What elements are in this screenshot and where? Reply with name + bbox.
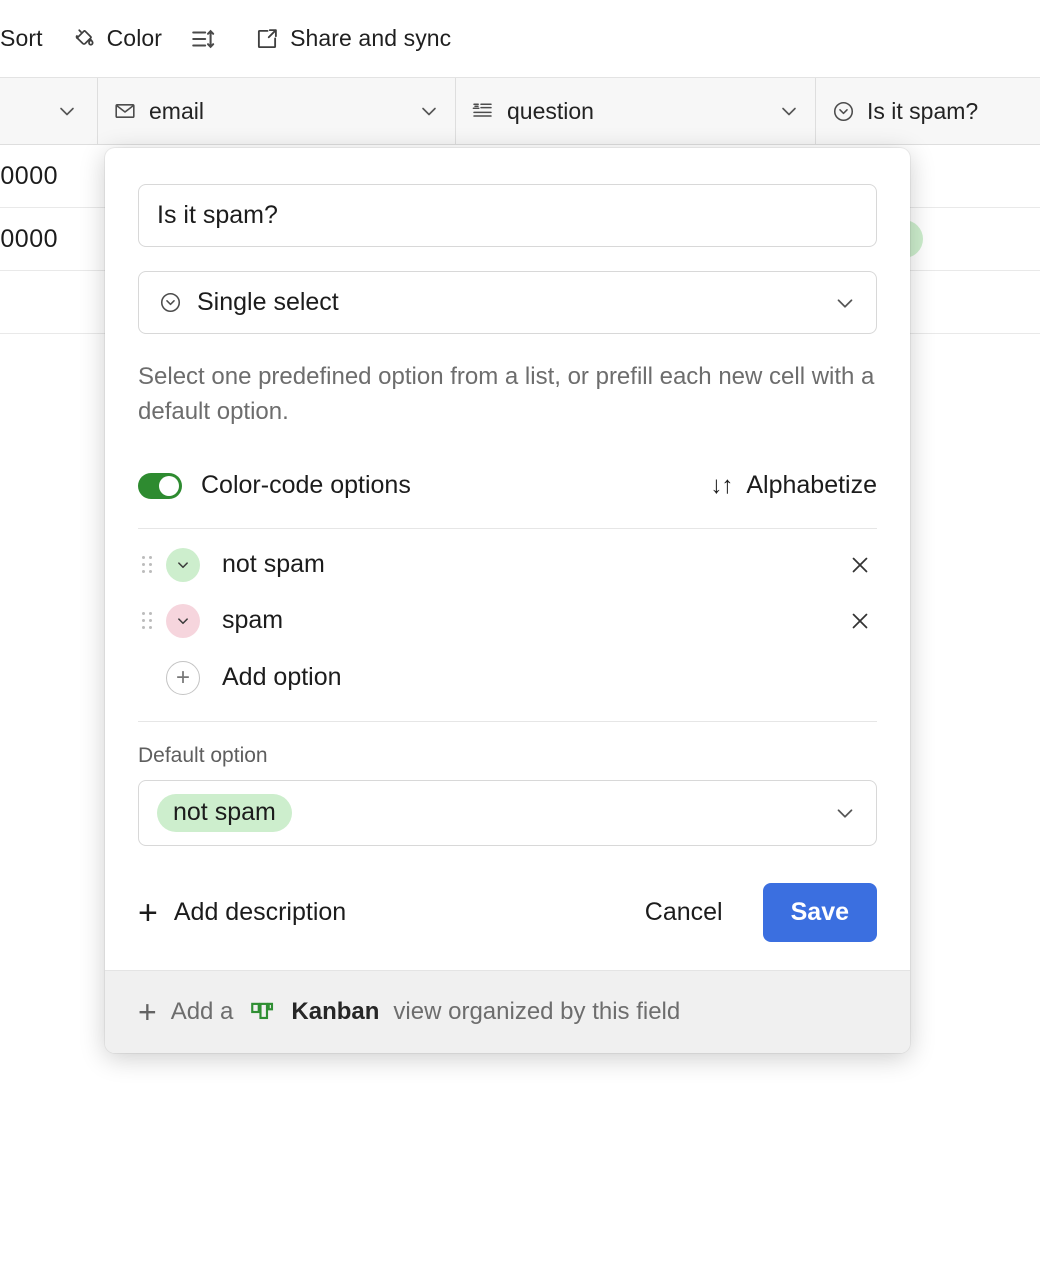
share-external-icon xyxy=(254,26,280,52)
toggle-knob xyxy=(159,475,179,496)
add-kanban-view-button[interactable]: + Add a Kanban view organized by this fi… xyxy=(138,996,680,1028)
add-description-label: Add description xyxy=(173,898,347,927)
field-editor-dialog: Is it spam? Single select Select one pre… xyxy=(105,148,910,1053)
footer-kanban-label: Kanban xyxy=(291,997,380,1025)
default-option-label: Default option xyxy=(138,743,268,767)
option-row[interactable]: spam xyxy=(138,593,877,649)
default-option-select[interactable]: not spam xyxy=(138,779,877,846)
chevron-down-icon[interactable] xyxy=(832,290,858,316)
toolbar-share-and-sync-button[interactable]: Share and sync xyxy=(240,17,465,61)
chevron-down-icon[interactable] xyxy=(832,800,858,826)
chevron-down-icon[interactable] xyxy=(777,99,801,123)
column-header-email-label: email xyxy=(149,97,204,124)
toolbar: Sort Color Share and sync xyxy=(0,0,1040,78)
row-number-cell: 00000 xyxy=(0,208,98,270)
cancel-button[interactable]: Cancel xyxy=(627,888,741,937)
footer-suffix-label: view organized by this field xyxy=(393,997,681,1025)
save-button[interactable]: Save xyxy=(762,883,877,943)
chevron-down-icon[interactable] xyxy=(417,99,441,123)
column-header-is-it-spam[interactable]: Is it spam? xyxy=(816,78,1040,144)
color-code-options-label: Color-code options xyxy=(201,471,411,500)
envelope-icon xyxy=(112,98,138,124)
paint-bucket-icon xyxy=(71,26,97,52)
alphabetize-label: Alphabetize xyxy=(746,471,877,500)
field-type-description: Select one predefined option from a list… xyxy=(138,363,875,425)
color-code-options-row: Color-code options ↓↑ Alphabetize xyxy=(138,466,877,506)
row-number-cell: 00000 xyxy=(0,145,98,207)
option-color-swatch[interactable] xyxy=(166,603,200,638)
long-text-icon xyxy=(470,98,496,124)
toolbar-share-and-sync-label: Share and sync xyxy=(290,25,452,51)
app-root: Sort Color Share and sync email question… xyxy=(0,0,1040,1268)
add-kanban-view-footer[interactable]: + Add a Kanban view organized by this fi… xyxy=(105,969,910,1053)
close-icon[interactable] xyxy=(843,604,877,638)
kanban-icon xyxy=(249,999,275,1025)
drag-handle-icon[interactable] xyxy=(138,608,156,634)
toolbar-row-height-button[interactable] xyxy=(176,17,240,61)
grid-header-row: email question Is it spam? xyxy=(0,78,1040,145)
row-number-text: 00000 xyxy=(0,161,59,190)
option-color-swatch[interactable] xyxy=(166,547,200,582)
add-option-label: Add option xyxy=(222,663,342,692)
field-type-value: Single select xyxy=(197,288,339,316)
column-header-rownum[interactable] xyxy=(0,78,98,144)
add-description-button[interactable]: + Add description xyxy=(138,896,346,930)
divider xyxy=(138,720,877,722)
color-code-options-toggle[interactable] xyxy=(138,472,182,499)
option-label: not spam xyxy=(222,550,325,579)
plus-icon: + xyxy=(166,660,200,695)
alphabetize-button[interactable]: ↓↑ Alphabetize xyxy=(710,471,877,500)
toolbar-color-button[interactable]: Color xyxy=(57,17,176,61)
option-label: spam xyxy=(222,606,284,635)
column-header-question[interactable]: question xyxy=(456,78,816,144)
dialog-actions: + Add description Cancel Save xyxy=(138,880,877,946)
field-name-input[interactable]: Is it spam? xyxy=(138,184,877,247)
footer-prefix-label: Add a xyxy=(170,997,234,1025)
single-select-icon xyxy=(830,98,856,124)
drag-handle-icon[interactable] xyxy=(138,552,156,578)
add-option-button[interactable]: + Add option xyxy=(138,649,877,707)
row-height-icon xyxy=(190,26,216,52)
option-row[interactable]: not spam xyxy=(138,537,877,593)
toolbar-color-label: Color xyxy=(106,25,163,51)
toolbar-sort-button[interactable]: Sort xyxy=(0,17,57,61)
field-type-select[interactable]: Single select xyxy=(138,271,877,334)
chevron-down-icon[interactable] xyxy=(55,99,79,123)
row-number-cell xyxy=(0,271,98,333)
plus-icon: + xyxy=(138,893,158,932)
close-icon[interactable] xyxy=(843,548,877,582)
row-number-text: 00000 xyxy=(0,224,59,253)
single-select-icon xyxy=(157,290,183,316)
column-header-email[interactable]: email xyxy=(98,78,456,144)
sort-arrows-icon: ↓↑ xyxy=(710,471,733,499)
options-list: not spam spam + Add option xyxy=(138,529,877,707)
default-option-chip: not spam xyxy=(157,793,292,832)
field-editor-body: Is it spam? Single select Select one pre… xyxy=(105,148,910,970)
column-header-is-it-spam-label: Is it spam? xyxy=(867,97,979,124)
toolbar-sort-label: Sort xyxy=(0,25,43,51)
plus-icon: + xyxy=(138,993,157,1030)
column-header-question-label: question xyxy=(507,97,594,124)
